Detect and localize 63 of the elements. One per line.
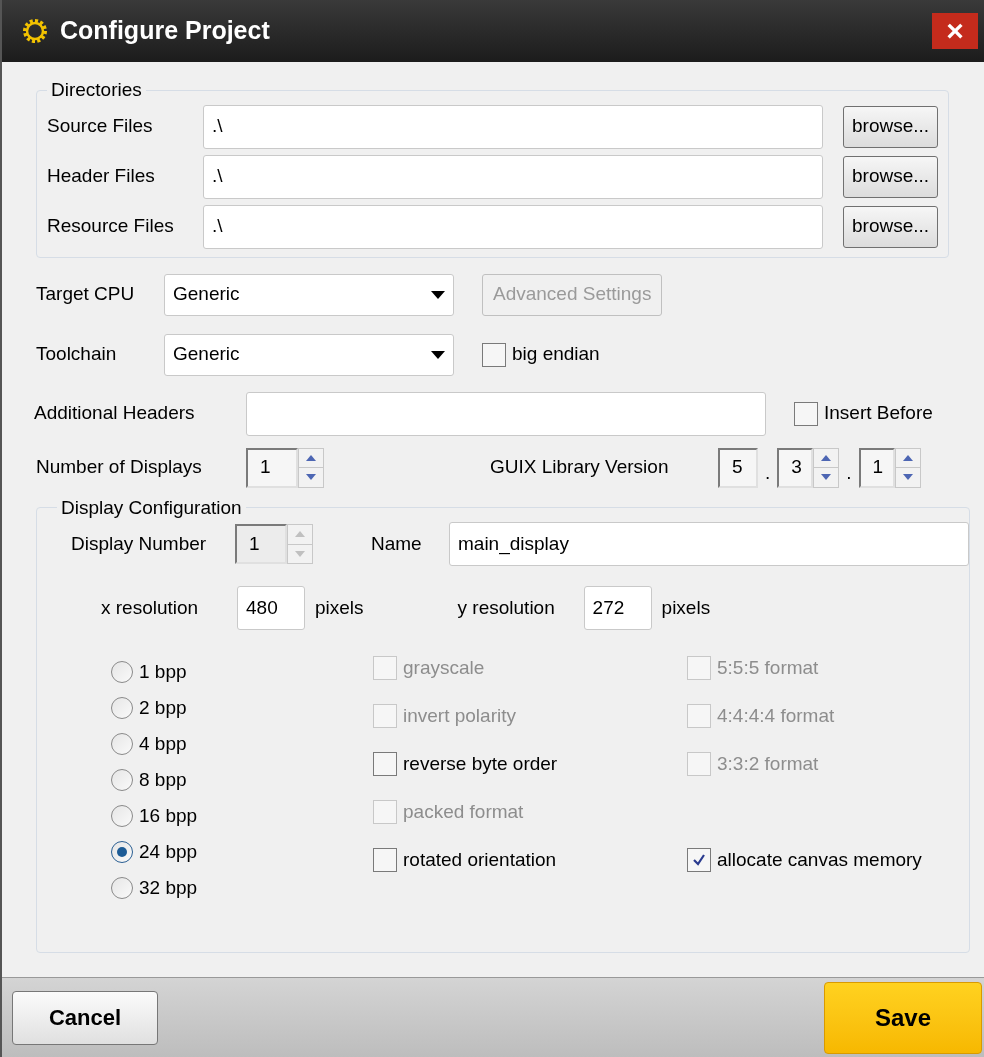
resolution-field[interactable]: 272 — [583, 586, 652, 630]
group-title: Directories — [50, 78, 143, 102]
headers-field[interactable] — [246, 391, 766, 436]
radio-button-icon[interactable] — [111, 877, 133, 899]
field-label: Number of Displays — [36, 455, 203, 480]
dropdown-caret-icon — [431, 290, 445, 299]
dropdown-caret-icon — [431, 350, 445, 359]
browse-button[interactable]: browse... — [843, 105, 939, 148]
name-field[interactable]: main_display — [449, 522, 969, 566]
gear-icon — [20, 16, 50, 46]
field-label: Resource Files — [47, 214, 175, 239]
window-title: Configure Project — [60, 15, 270, 47]
spinner-arrows[interactable] — [894, 447, 921, 488]
path-field[interactable]: .\ — [203, 154, 823, 199]
radio-button-icon[interactable] — [111, 841, 133, 863]
field-label: Additional Headers — [34, 401, 196, 426]
browse-button[interactable]: browse... — [843, 205, 939, 248]
radio-option[interactable]: 1 bpp — [111, 654, 187, 690]
checkbox[interactable]: rotated orientation — [373, 846, 687, 875]
checkbox[interactable]: big endian — [482, 340, 600, 369]
radio-button-icon[interactable] — [111, 661, 133, 683]
number-field[interactable]: 1 — [858, 447, 895, 488]
unit-label: pixels — [661, 595, 711, 620]
radio-option[interactable]: 8 bpp — [111, 762, 187, 798]
version-separator: . — [846, 461, 852, 485]
field-label: GUIX Library Version — [490, 455, 670, 480]
field-label: Source Files — [47, 114, 154, 139]
number-field[interactable]: 5 — [718, 447, 758, 488]
radio-option[interactable]: 16 bpp — [111, 798, 198, 834]
radio-button-icon[interactable] — [111, 697, 133, 719]
path-field[interactable]: .\ — [203, 204, 823, 249]
radio-option[interactable]: 2 bpp — [111, 690, 187, 726]
checkbox[interactable]: reverse byte order — [373, 750, 687, 779]
checkbox[interactable]: Insert Before — [794, 399, 933, 428]
radio-option[interactable]: 32 bpp — [111, 870, 198, 906]
version-separator: . — [765, 461, 771, 485]
field-label: Toolchain — [36, 342, 118, 367]
radio-option[interactable]: 24 bpp — [111, 834, 198, 870]
field-label: x resolution — [101, 595, 200, 620]
group-title: Display Configuration — [60, 495, 243, 520]
radio-button-icon[interactable] — [111, 769, 133, 791]
path-field[interactable]: .\ — [203, 104, 823, 149]
dropdown[interactable]: Generic — [164, 273, 454, 316]
checkbox[interactable]: allocate canvas memory — [687, 846, 922, 875]
resolution-field[interactable]: 480 — [237, 586, 305, 630]
cancel-button[interactable]: Cancel — [12, 990, 158, 1045]
number-field[interactable]: 3 — [777, 447, 814, 488]
field-label: Target CPU — [36, 282, 136, 307]
spinner-arrows[interactable] — [298, 447, 324, 488]
close-button[interactable]: × — [932, 13, 978, 49]
spinner-arrows[interactable] — [813, 447, 840, 488]
radio-button-icon[interactable] — [111, 733, 133, 755]
save-button[interactable]: Save — [824, 981, 982, 1054]
number-field[interactable]: 1 — [246, 447, 298, 488]
radio-option[interactable]: 4 bpp — [111, 726, 187, 762]
radio-button-icon[interactable] — [111, 805, 133, 827]
field-label: Display Number — [71, 531, 208, 556]
browse-button[interactable]: browse... — [843, 155, 939, 198]
field-label: y resolution — [457, 595, 556, 620]
field-label: Header Files — [47, 164, 156, 189]
dropdown[interactable]: Generic — [164, 333, 454, 376]
unit-label: pixels — [315, 595, 364, 620]
field-label: Name — [371, 531, 423, 556]
